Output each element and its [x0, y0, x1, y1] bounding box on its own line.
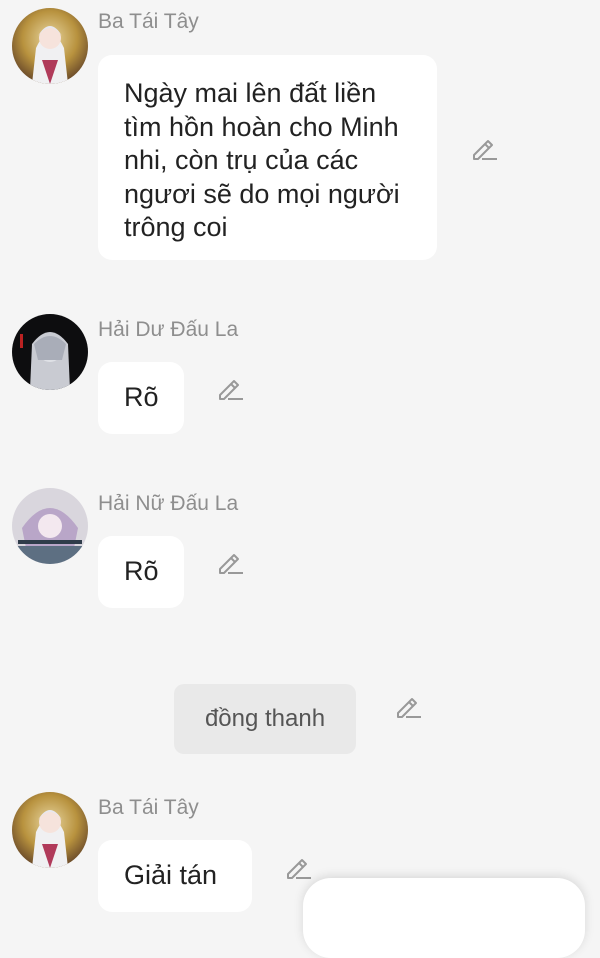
edit-button[interactable] — [394, 691, 424, 721]
character-avatar-icon — [12, 792, 88, 868]
edit-button[interactable] — [284, 852, 314, 882]
character-avatar-icon — [12, 8, 88, 84]
sender-name: Ba Tái Tây — [98, 796, 199, 819]
pencil-edit-icon — [287, 859, 311, 879]
message-text: Rõ — [124, 556, 159, 586]
character-avatar-icon — [12, 314, 88, 390]
edit-button[interactable] — [216, 373, 246, 403]
avatar[interactable] — [12, 488, 88, 564]
message-line: ngươi sẽ do mọi người — [124, 178, 400, 209]
message-line: trông coi — [124, 212, 228, 242]
pencil-edit-icon — [219, 554, 243, 574]
message-bubble[interactable]: Ngày mai lên đất liền tìm hồn hoàn cho M… — [98, 55, 437, 260]
sender-name: Hải Dư Đấu La — [98, 318, 239, 341]
message-row: Hải Nữ Đấu La Rõ — [0, 474, 600, 614]
message-bubble[interactable]: Rõ — [98, 536, 184, 608]
avatar[interactable] — [12, 314, 88, 390]
sender-name: Ba Tái Tây — [98, 10, 199, 33]
pencil-edit-icon — [473, 140, 497, 160]
avatar[interactable] — [12, 8, 88, 84]
message-line: tìm hồn hoàn cho Minh — [124, 111, 399, 142]
edit-button[interactable] — [470, 133, 500, 163]
message-row: Ba Tái Tây Ngày mai lên đất liền tìm hồn… — [0, 0, 600, 270]
character-avatar-icon — [12, 488, 88, 564]
sender-name: Hải Nữ Đấu La — [98, 492, 239, 515]
message-line: Ngày mai lên đất liền — [124, 78, 377, 108]
pencil-edit-icon — [219, 380, 243, 400]
pencil-edit-icon — [397, 698, 421, 718]
message-row: Hải Dư Đấu La Rõ — [0, 300, 600, 440]
message-line: nhi, còn trụ của các — [124, 145, 359, 175]
message-text: Giải tán — [124, 860, 218, 890]
avatar[interactable] — [12, 792, 88, 868]
narration-bubble[interactable]: đồng thanh — [174, 684, 356, 754]
edit-button[interactable] — [216, 547, 246, 577]
message-bubble[interactable]: Rõ — [98, 362, 184, 434]
floating-popup[interactable] — [303, 878, 585, 958]
message-text: Rõ — [124, 382, 159, 412]
message-bubble[interactable]: Giải tán — [98, 840, 252, 912]
